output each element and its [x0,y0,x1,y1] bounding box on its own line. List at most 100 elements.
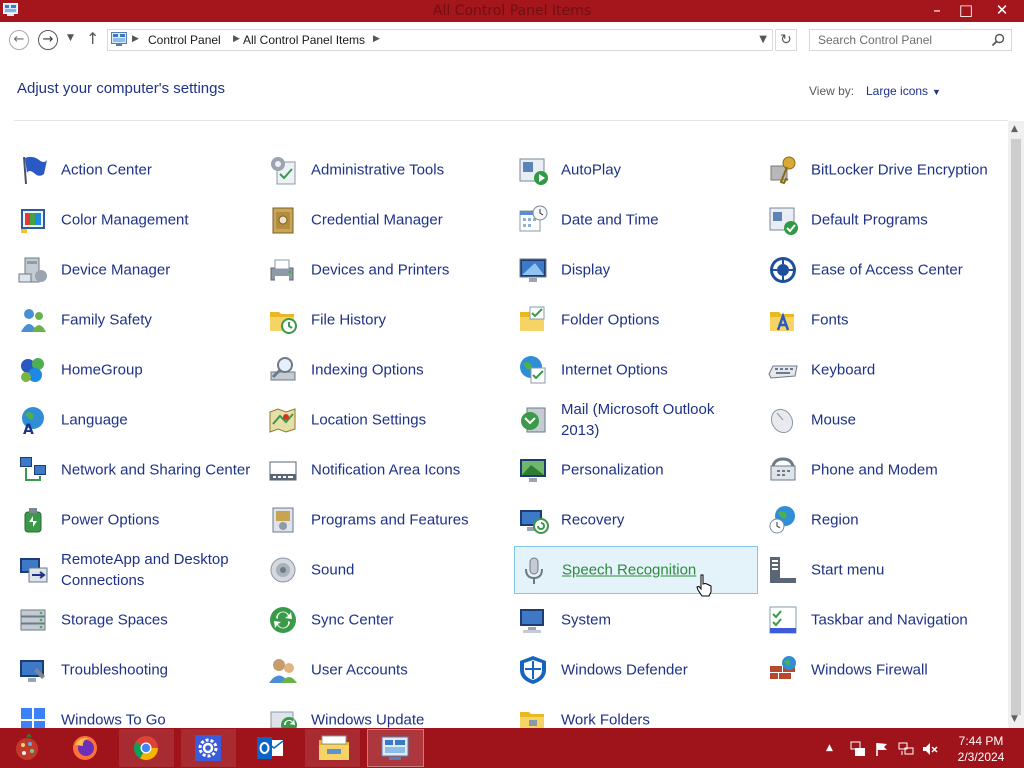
cp-item-label[interactable]: HomeGroup [61,360,251,381]
cp-item-system[interactable]: System [514,596,758,644]
cp-item-troubleshooting[interactable]: Troubleshooting [14,646,258,694]
cp-item-bitlocker-drive-encryption[interactable]: BitLocker Drive Encryption [764,146,1008,194]
scrollbar-thumb[interactable] [1011,139,1021,715]
cp-item-label[interactable]: Storage Spaces [61,610,251,631]
network-tray-icon[interactable] [898,741,914,757]
cp-item-label[interactable]: Mail (Microsoft Outlook 2013) [561,399,751,441]
cp-item-label[interactable]: Windows Defender [561,660,751,681]
cp-item-label[interactable]: Sound [311,560,501,581]
cp-item-administrative-tools[interactable]: Administrative Tools [264,146,508,194]
cp-item-label[interactable]: Device Manager [61,260,251,281]
cp-item-display[interactable]: Display [514,246,758,294]
cp-item-label[interactable]: BitLocker Drive Encryption [811,160,1001,181]
cp-item-label[interactable]: RemoteApp and Desktop Connections [61,549,251,591]
cp-item-homegroup[interactable]: HomeGroup [14,346,258,394]
cp-item-label[interactable]: Family Safety [61,310,251,331]
taskbar-start-button[interactable] [0,729,55,767]
cp-item-label[interactable]: Indexing Options [311,360,501,381]
cp-item-indexing-options[interactable]: Indexing Options [264,346,508,394]
cp-item-credential-manager[interactable]: Credential Manager [264,196,508,244]
cp-item-label[interactable]: Mouse [811,410,1001,431]
flag-tray-icon[interactable] [874,741,890,757]
cp-item-label[interactable]: Phone and Modem [811,460,1001,481]
cp-item-sound[interactable]: Sound [264,546,508,594]
vertical-scrollbar[interactable]: ▲ ▼ [1008,121,1024,728]
cp-item-label[interactable]: Display [561,260,751,281]
cp-item-label[interactable]: Location Settings [311,410,501,431]
cp-item-label[interactable]: Region [811,510,1001,531]
cp-item-label[interactable]: Windows Firewall [811,660,1001,681]
cp-item-windows-firewall[interactable]: Windows Firewall [764,646,1008,694]
cp-item-mouse[interactable]: Mouse [764,396,1008,444]
taskbar-settings[interactable] [181,729,236,767]
cp-item-date-and-time[interactable]: Date and Time [514,196,758,244]
speaker-muted-icon[interactable] [922,741,938,757]
cp-item-speech-recognition[interactable]: Speech Recognition [514,546,758,594]
cp-item-label[interactable]: Devices and Printers [311,260,501,281]
cp-item-region[interactable]: Region [764,496,1008,544]
cp-item-label[interactable]: Color Management [61,210,251,231]
cp-item-keyboard[interactable]: Keyboard [764,346,1008,394]
cp-item-device-manager[interactable]: Device Manager [14,246,258,294]
cp-item-folder-options[interactable]: Folder Options [514,296,758,344]
cp-item-notification-area-icons[interactable]: Notification Area Icons [264,446,508,494]
cp-item-location-settings[interactable]: Location Settings [264,396,508,444]
cp-item-family-safety[interactable]: Family Safety [14,296,258,344]
scroll-down-icon[interactable]: ▼ [1011,714,1018,724]
action-center-tray-icon[interactable] [850,741,866,757]
taskbar-control-panel[interactable] [367,729,424,767]
cp-item-label[interactable]: Taskbar and Navigation [811,610,1001,631]
cp-item-label[interactable]: System [561,610,751,631]
cp-item-label[interactable]: Administrative Tools [311,160,501,181]
cp-item-label[interactable]: Keyboard [811,360,1001,381]
cp-item-label[interactable]: Programs and Features [311,510,501,531]
cp-item-internet-options[interactable]: Internet Options [514,346,758,394]
cp-item-color-management[interactable]: Color Management [14,196,258,244]
clock[interactable]: 7:44 PM 2/3/2024 [948,733,1014,765]
cp-item-network-and-sharing-center[interactable]: Network and Sharing Center [14,446,258,494]
cp-item-file-history[interactable]: File History [264,296,508,344]
cp-item-power-options[interactable]: Power Options [14,496,258,544]
cp-item-start-menu[interactable]: Start menu [764,546,1008,594]
cp-item-label[interactable]: Recovery [561,510,751,531]
cp-item-windows-defender[interactable]: Windows Defender [514,646,758,694]
cp-item-sync-center[interactable]: Sync Center [264,596,508,644]
cp-item-label[interactable]: Internet Options [561,360,751,381]
cp-item-label[interactable]: User Accounts [311,660,501,681]
cp-item-storage-spaces[interactable]: Storage Spaces [14,596,258,644]
cp-item-taskbar-and-navigation[interactable]: Taskbar and Navigation [764,596,1008,644]
cp-item-mail-microsoft-outlook-2013[interactable]: Mail (Microsoft Outlook 2013) [514,396,758,444]
cp-item-phone-and-modem[interactable]: Phone and Modem [764,446,1008,494]
cp-item-label[interactable]: Power Options [61,510,251,531]
cp-item-label[interactable]: Start menu [811,560,1001,581]
cp-item-label[interactable]: Personalization [561,460,751,481]
cp-item-label[interactable]: Troubleshooting [61,660,251,681]
cp-item-ease-of-access-center[interactable]: Ease of Access Center [764,246,1008,294]
cp-item-label[interactable]: Date and Time [561,210,751,231]
cp-item-label[interactable]: Credential Manager [311,210,501,231]
cp-item-label[interactable]: Language [61,410,251,431]
cp-item-autoplay[interactable]: AutoPlay [514,146,758,194]
cp-item-language[interactable]: A Language [14,396,258,444]
cp-item-label[interactable]: Default Programs [811,210,1001,231]
cp-item-label[interactable]: Sync Center [311,610,501,631]
cp-item-label[interactable]: Network and Sharing Center [61,460,251,481]
show-hidden-icons-button[interactable]: ▲ [826,743,842,759]
cp-item-action-center[interactable]: Action Center [14,146,258,194]
cp-item-label[interactable]: Action Center [61,160,251,181]
taskbar-chrome[interactable] [119,729,174,767]
cp-item-user-accounts[interactable]: User Accounts [264,646,508,694]
cp-item-label[interactable]: File History [311,310,501,331]
scroll-up-icon[interactable]: ▲ [1011,124,1018,134]
taskbar-firefox[interactable] [58,729,113,767]
cp-item-label[interactable]: Speech Recognition [562,560,752,581]
taskbar-outlook[interactable] [243,729,298,767]
cp-item-personalization[interactable]: Personalization [514,446,758,494]
cp-item-label[interactable]: Notification Area Icons [311,460,501,481]
cp-item-devices-and-printers[interactable]: Devices and Printers [264,246,508,294]
cp-item-label[interactable]: Folder Options [561,310,751,331]
cp-item-programs-and-features[interactable]: Programs and Features [264,496,508,544]
cp-item-recovery[interactable]: Recovery [514,496,758,544]
cp-item-label[interactable]: Fonts [811,310,1001,331]
cp-item-label[interactable]: Ease of Access Center [811,260,1001,281]
